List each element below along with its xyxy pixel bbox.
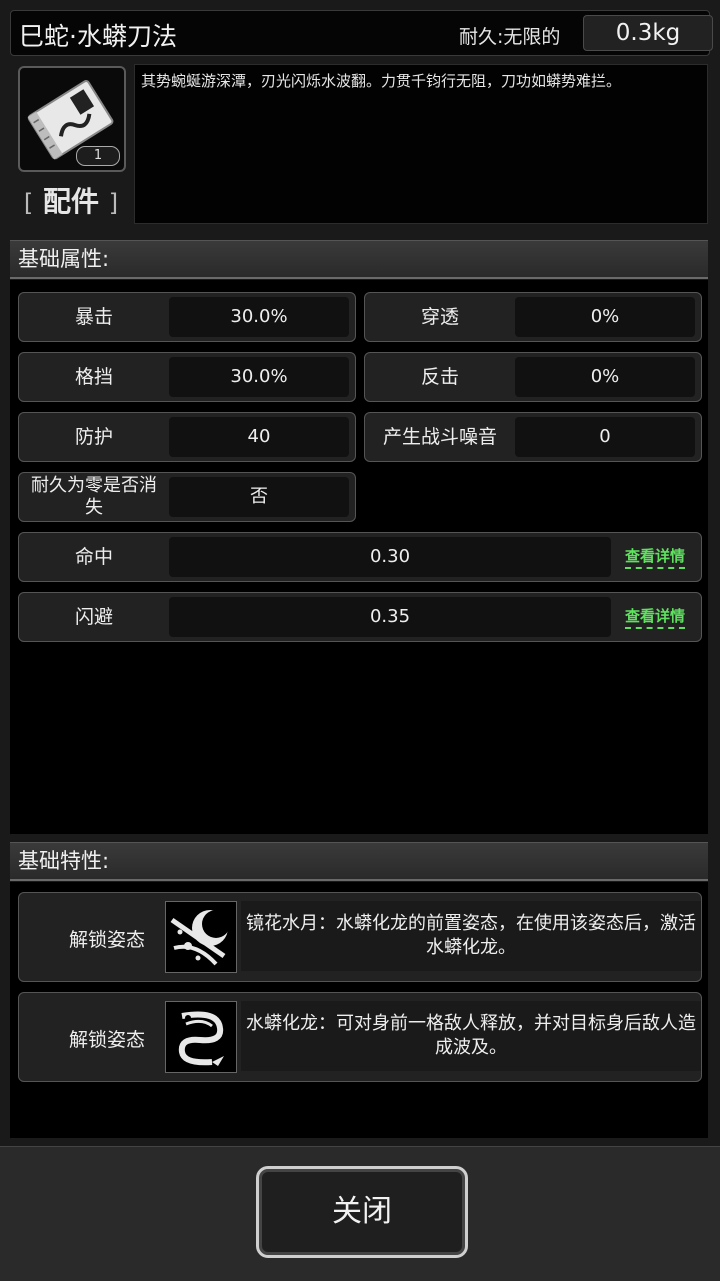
trait-description: 镜花水月：水蟒化龙的前置姿态，在使用该姿态后，激活水蟒化龙。	[241, 901, 701, 971]
item-description: 其势蜿蜒游深潭，刃光闪烁水波翻。力贯千钧行无阻，刀功如蟒势难拦。	[141, 72, 622, 90]
stat-label: 闪避	[74, 606, 113, 628]
serpent-dragon-icon	[178, 1011, 224, 1066]
trait-icon-box[interactable]	[165, 1001, 237, 1073]
trait-row: 解锁姿态 水蟒化龙：可对身前一格敌人释放，并对目标身后敌人造成波及。	[18, 992, 702, 1082]
stat-value: 0.35	[169, 597, 611, 637]
stat-value: 40	[169, 417, 349, 457]
title-bar: 巳蛇·水蟒刀法 耐久:无限的 0.3kg	[10, 10, 713, 56]
stat-label: 耐久为零是否消失	[31, 475, 157, 518]
stat-cell: 格挡 30.0%	[18, 352, 356, 402]
weight-value: 0.3kg	[583, 15, 713, 51]
stat-label: 命中	[74, 546, 113, 568]
stat-value: 0.30	[169, 537, 611, 577]
trait-description: 水蟒化龙：可对身前一格敌人释放，并对目标身后敌人造成波及。	[241, 1001, 701, 1071]
stat-cell: 产生战斗噪音 0	[364, 412, 702, 462]
stat-value: 0%	[515, 297, 695, 337]
stat-cell-wide: 命中 0.30 查看详情	[18, 532, 702, 582]
stat-cell: 暴击 30.0%	[18, 292, 356, 342]
stat-label: 穿透	[420, 306, 459, 328]
trait-icon-box[interactable]	[165, 901, 237, 973]
item-detail-panel: 巳蛇·水蟒刀法 耐久:无限的 0.3kg 1 [ 配件 ] 其势蜿蜒游深潭，刃光…	[0, 0, 720, 1281]
item-icon-box[interactable]: 1	[18, 66, 126, 172]
section-basic-traits: 基础特性:	[10, 842, 708, 881]
stat-label: 格挡	[74, 366, 113, 388]
description-box: 其势蜿蜒游深潭，刃光闪烁水波翻。力贯千钧行无阻，刀功如蟒势难拦。	[134, 64, 708, 224]
stat-value: 30.0%	[169, 297, 349, 337]
stat-cell: 防护 40	[18, 412, 356, 462]
item-type: 配件	[42, 185, 99, 218]
stat-cell-wide: 闪避 0.35 查看详情	[18, 592, 702, 642]
trait-row: 解锁姿态 镜花水月：水蟒化龙的前置姿态，在使用该姿态后，激活水蟒化龙。	[18, 892, 702, 982]
stat-cell: 耐久为零是否消失 否	[18, 472, 356, 522]
view-details-link[interactable]: 查看详情	[625, 545, 686, 569]
stat-cell: 穿透 0%	[364, 292, 702, 342]
section-basic-attributes: 基础属性:	[10, 240, 708, 279]
moon-stance-icon	[170, 910, 230, 966]
trait-label: 解锁姿态	[69, 1029, 146, 1051]
item-count-badge: 1	[76, 146, 120, 166]
stat-label: 防护	[74, 426, 113, 448]
bracket-left: [	[23, 189, 34, 217]
stat-label: 暴击	[74, 306, 113, 328]
stat-value: 0%	[515, 357, 695, 397]
stat-cell: 反击 0%	[364, 352, 702, 402]
durability-label: 耐久:无限的	[459, 26, 561, 48]
stat-label: 反击	[420, 366, 459, 388]
view-details-link[interactable]: 查看详情	[625, 605, 686, 629]
item-type-label: [ 配件 ]	[16, 180, 126, 220]
stat-label: 产生战斗噪音	[382, 426, 497, 448]
stat-value: 否	[169, 477, 349, 517]
close-button[interactable]: 关闭	[256, 1166, 468, 1258]
bracket-right: ]	[108, 189, 119, 217]
stat-value: 0	[515, 417, 695, 457]
trait-label: 解锁姿态	[69, 929, 146, 951]
item-name: 巳蛇·水蟒刀法	[19, 22, 177, 51]
stat-value: 30.0%	[169, 357, 349, 397]
